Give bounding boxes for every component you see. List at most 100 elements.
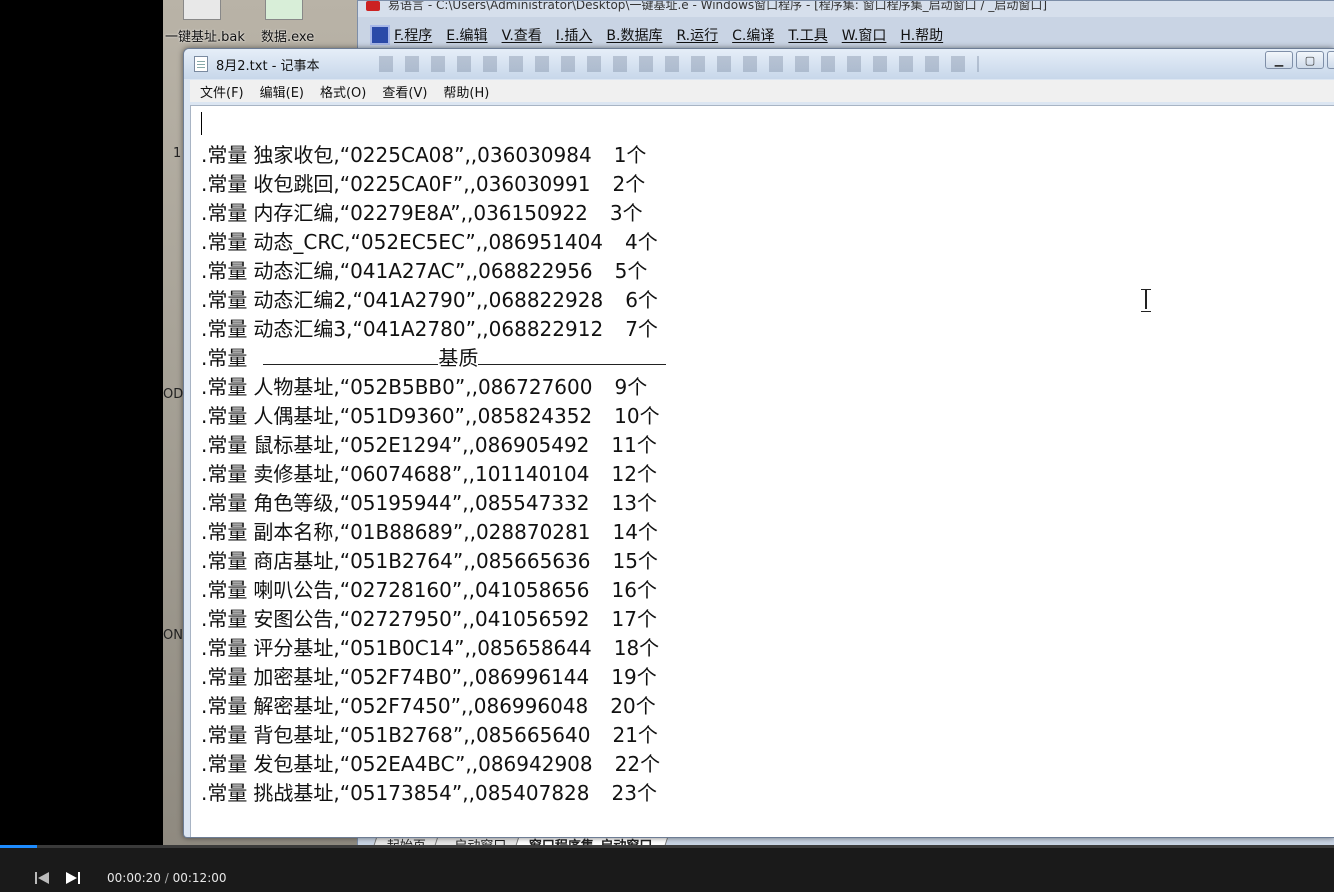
line-count: 22个 — [614, 752, 661, 776]
line-hex-value: “02279E8A” — [339, 201, 461, 225]
line-name: 商店基址, — [253, 549, 340, 573]
text-line: .常量 人物基址,“052B5BB0”,,086727600 9个 — [201, 373, 666, 402]
ide-menu-program[interactable]: F.程序 — [394, 25, 432, 45]
notepad-titlebar[interactable]: 8月2.txt - 记事本 ▁ ▢ ✕ — [184, 49, 1334, 79]
side-fragment-text: OD — [163, 387, 184, 402]
close-button[interactable]: ✕ — [1327, 51, 1334, 69]
line-count: 1个 — [613, 143, 647, 167]
side-fragment-text: ON — [163, 628, 183, 643]
ide-menu-view[interactable]: V.查看 — [502, 25, 542, 45]
line-decimal-value: ,,086905492 — [462, 433, 590, 457]
line-name: 挑战基址, — [253, 781, 340, 805]
line-count: 7个 — [625, 317, 658, 341]
line-name: 动态汇编, — [253, 259, 340, 283]
line-hex-value: “0225CA08” — [339, 143, 465, 167]
text-content: .常量 独家收包,“0225CA08”,,036030984 1个 .常量 收包跳回,“… — [201, 141, 667, 808]
ide-menu-window[interactable]: W.窗口 — [842, 25, 887, 45]
line-hex-value: “052F74B0” — [339, 665, 463, 689]
prev-triangle — [38, 872, 49, 884]
menu-edit[interactable]: 编辑(E) — [260, 82, 304, 101]
app-logo-icon — [366, 1, 380, 11]
separator-underline — [263, 345, 439, 365]
line-hex-value: “052F7450” — [339, 694, 462, 718]
ibeam-cursor-icon — [1141, 289, 1151, 312]
line-name: 鼠标基址, — [253, 433, 340, 457]
text-line: .常量 独家收包,“0225CA08”,,036030984 1个 — [201, 141, 666, 170]
video-letterbox-left — [0, 0, 163, 845]
progress-track[interactable] — [0, 845, 1334, 848]
line-keyword: .常量 — [201, 143, 248, 167]
line-name: 动态_CRC, — [253, 230, 351, 254]
menu-file[interactable]: 文件(F) — [200, 82, 244, 101]
line-keyword: .常量 — [201, 433, 248, 457]
notepad-window[interactable]: 8月2.txt - 记事本 ▁ ▢ ✕ 文件(F) 编辑(E) 格式(O) 查看… — [183, 48, 1334, 838]
line-keyword: .常量 — [201, 723, 248, 747]
line-count: 19个 — [611, 665, 657, 689]
ide-menu-edit[interactable]: E.编辑 — [446, 25, 487, 45]
menu-help[interactable]: 帮助(H) — [443, 82, 489, 101]
text-line: .常量 发包基址,“052EA4BC”,,086942908 22个 — [201, 750, 666, 779]
line-keyword: .常量 — [201, 781, 248, 805]
line-count: 18个 — [613, 636, 660, 660]
text-line: .常量 挑战基址,“05173854”,,085407828 23个 — [201, 779, 666, 808]
line-name: 卖修基址, — [253, 462, 340, 486]
desktop-icon-label: 数据.exe — [261, 30, 315, 45]
notepad-icon — [194, 56, 208, 72]
text-line: .常量 解密基址,“052F7450”,,086996048 20个 — [201, 692, 666, 721]
line-decimal-value: ,,068822928 — [475, 288, 604, 312]
menu-view[interactable]: 查看(V) — [382, 82, 427, 101]
line-hex-value: “06074688” — [339, 462, 463, 486]
current-time: 00:00:20 — [107, 871, 161, 885]
line-keyword: .常量 — [201, 259, 248, 283]
line-keyword: .常量 — [201, 665, 248, 689]
line-count: 15个 — [612, 549, 658, 573]
previous-button[interactable] — [34, 871, 50, 885]
maximize-button[interactable]: ▢ — [1296, 51, 1324, 69]
minimize-icon: ▁ — [1274, 53, 1284, 67]
line-hex-value: “01B88689” — [339, 520, 464, 544]
line-count: 5个 — [614, 259, 648, 283]
line-keyword: .常量 — [201, 578, 248, 602]
exe-icon — [265, 0, 303, 20]
line-hex-value: “02728160” — [339, 578, 463, 602]
line-keyword: .常量 — [201, 694, 248, 718]
ide-menu-database[interactable]: B.数据库 — [606, 25, 662, 45]
line-count: 6个 — [625, 288, 658, 312]
notepad-text-area[interactable]: .常量 独家收包,“0225CA08”,,036030984 1个 .常量 收包跳回,“… — [190, 105, 1334, 837]
line-hex-value: “02727950” — [339, 607, 463, 631]
line-name: 内存汇编, — [253, 201, 340, 225]
line-keyword: .常量 — [201, 549, 248, 573]
time-readout: 00:00:20 / 00:12:00 — [107, 871, 227, 885]
line-hex-value: “041A2790” — [352, 288, 476, 312]
line-name: 角色等级, — [253, 491, 340, 515]
line-decimal-value: ,,086996048 — [461, 694, 589, 718]
line-hex-value: “051D9360” — [339, 404, 465, 428]
line-hex-value: “052E1294” — [339, 433, 463, 457]
line-name: 动态汇编2, — [253, 288, 353, 312]
ide-menu-run[interactable]: R.运行 — [676, 25, 718, 45]
side-fragment-text: 1 — [173, 146, 182, 161]
line-name: 独家收包, — [253, 143, 340, 167]
ide-menu-insert[interactable]: I.插入 — [556, 25, 593, 45]
line-count: 21个 — [612, 723, 658, 747]
minimize-button[interactable]: ▁ — [1265, 51, 1293, 69]
line-name: 发包基址, — [253, 752, 340, 776]
ide-menu-compile[interactable]: C.编译 — [732, 25, 774, 45]
ide-menu-help[interactable]: H.帮助 — [900, 25, 943, 45]
line-hex-value: “05195944” — [339, 491, 463, 515]
next-button[interactable] — [65, 871, 81, 885]
text-line: .常量 卖修基址,“06074688”,,101140104 12个 — [201, 460, 666, 489]
line-keyword: .常量 — [201, 752, 248, 776]
video-player-bar: 00:00:20 / 00:12:00 — [0, 845, 1334, 892]
text-line: .常量 副本名称,“01B88689”,,028870281 14个 — [201, 518, 666, 547]
line-keyword: .常量 — [201, 404, 248, 428]
line-keyword: .常量 — [201, 346, 248, 370]
line-decimal-value: ,,086996144 — [462, 665, 590, 689]
maximize-icon: ▢ — [1304, 53, 1316, 67]
line-count: 14个 — [612, 520, 658, 544]
line-count: 13个 — [611, 491, 657, 515]
menu-format[interactable]: 格式(O) — [320, 82, 366, 101]
ide-menu-tools[interactable]: T.工具 — [788, 25, 827, 45]
prev-icon — [35, 872, 37, 884]
line-name: 收包跳回, — [253, 172, 340, 196]
